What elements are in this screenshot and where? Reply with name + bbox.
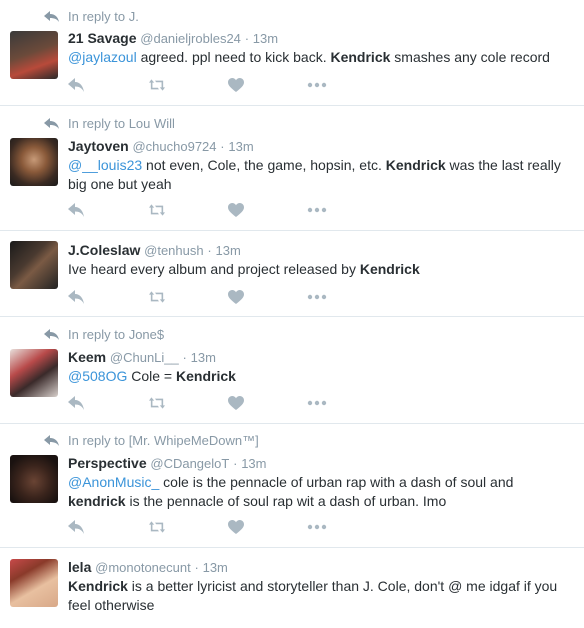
mention-link[interactable]: @AnonMusic_ [68, 474, 159, 490]
separator: · [182, 350, 187, 365]
separator: · [220, 139, 225, 154]
heart-icon[interactable] [228, 203, 244, 217]
tweet-text: Kendrick is a better lyricist and storyt… [68, 577, 572, 615]
mention-link[interactable]: @__louis23 [68, 157, 142, 173]
tweet-text-segment: not even, Cole, the game, hopsin, etc. [142, 157, 386, 173]
username[interactable]: @ChunLi__ [110, 350, 179, 365]
avatar[interactable] [10, 559, 58, 607]
timestamp[interactable]: 13m [191, 350, 216, 365]
reply-context[interactable]: In reply to Jone$ [44, 327, 164, 342]
avatar[interactable] [10, 241, 58, 289]
username[interactable]: @CDangeloT [150, 456, 229, 471]
timestamp[interactable]: 13m [253, 31, 278, 46]
reply-context[interactable]: In reply to J. [44, 9, 139, 24]
reply-arrow-icon [44, 11, 59, 22]
display-name[interactable]: J.Coleslaw [68, 242, 140, 258]
tweet-text-segment: agreed. ppl need to kick back. [136, 49, 331, 65]
reply-icon[interactable] [68, 396, 84, 410]
tweet-text-segment: is a better lyricist and storyteller tha… [68, 578, 558, 613]
reply-icon[interactable] [68, 78, 84, 92]
retweet-icon[interactable] [149, 78, 165, 92]
tweet-text: @__louis23 not even, Cole, the game, hop… [68, 156, 572, 194]
heart-icon[interactable] [228, 520, 244, 534]
highlighted-keyword: Kendrick [68, 578, 128, 594]
highlighted-keyword: Kendrick [359, 261, 420, 277]
username[interactable]: @tenhush [144, 243, 203, 258]
tweet[interactable]: In reply to Lou Will Jaytoven @chucho972… [0, 106, 584, 231]
display-name[interactable]: lela [68, 559, 91, 575]
tweet-text: @508OG Cole = Kendrick [68, 367, 572, 386]
tweet-text: @AnonMusic_ cole is the pennacle of urba… [68, 473, 572, 511]
tweet-text-segment: Ive heard every album and project releas… [68, 261, 360, 277]
tweet-actions [68, 203, 327, 217]
tweet[interactable]: J.Coleslaw @tenhush · 13m Ive heard ever… [0, 231, 584, 317]
display-name[interactable]: Jaytoven [68, 138, 129, 154]
highlighted-keyword: kendrick [68, 493, 126, 509]
username[interactable]: @danieljrobles24 [140, 31, 241, 46]
timestamp[interactable]: 13m [203, 560, 228, 575]
more-icon[interactable] [307, 520, 327, 534]
retweet-icon[interactable] [149, 290, 165, 304]
display-name[interactable]: 21 Savage [68, 30, 137, 46]
mention-link[interactable]: @jaylazoul [68, 49, 137, 65]
heart-icon[interactable] [228, 396, 244, 410]
tweet-text-segment: cole is the pennacle of urban rap with a… [159, 474, 514, 490]
display-name[interactable]: Perspective [68, 455, 147, 471]
tweet[interactable]: In reply to Jone$ Keem @ChunLi__ · 13m @… [0, 317, 584, 424]
reply-icon[interactable] [68, 520, 84, 534]
more-icon[interactable] [307, 290, 327, 304]
more-icon[interactable] [307, 203, 327, 217]
highlighted-keyword: Kendrick [330, 49, 391, 65]
display-name[interactable]: Keem [68, 349, 106, 365]
heart-icon[interactable] [228, 78, 244, 92]
highlighted-keyword: Kendrick [385, 157, 446, 173]
tweet-text-segment: smashes any cole record [390, 49, 550, 65]
username[interactable]: @monotonecunt [95, 560, 191, 575]
tweet-text: Ive heard every album and project releas… [68, 260, 572, 279]
reply-context-label: In reply to J. [68, 9, 139, 24]
timestamp[interactable]: 13m [228, 139, 253, 154]
reply-arrow-icon [44, 118, 59, 129]
tweet-text: @jaylazoul agreed. ppl need to kick back… [68, 48, 572, 67]
tweet[interactable]: lela @monotonecunt · 13m Kendrick is a b… [0, 548, 584, 628]
tweet-actions [68, 520, 327, 534]
reply-icon[interactable] [68, 203, 84, 217]
separator: · [244, 31, 250, 46]
retweet-icon[interactable] [149, 520, 165, 534]
avatar[interactable] [10, 349, 58, 397]
reply-context[interactable]: In reply to Lou Will [44, 116, 175, 131]
heart-icon[interactable] [228, 290, 244, 304]
tweet-actions [68, 290, 327, 304]
tweet-text-segment: Cole = [127, 368, 176, 384]
more-icon[interactable] [307, 396, 327, 410]
retweet-icon[interactable] [149, 203, 165, 217]
reply-context-label: In reply to [Mr. WhipeMeDown™] [68, 433, 259, 448]
reply-arrow-icon [44, 329, 59, 340]
reply-context-label: In reply to Jone$ [68, 327, 165, 342]
timestamp[interactable]: 13m [241, 456, 266, 471]
username[interactable]: @chucho9724 [132, 139, 216, 154]
mention-link[interactable]: @508OG [68, 368, 127, 384]
avatar[interactable] [10, 455, 58, 503]
reply-context-label: In reply to Lou Will [68, 116, 175, 131]
reply-context[interactable]: In reply to [Mr. WhipeMeDown™] [44, 433, 259, 448]
tweet[interactable]: In reply to [Mr. WhipeMeDown™] Perspecti… [0, 424, 584, 548]
reply-icon[interactable] [68, 290, 84, 304]
separator: · [207, 243, 212, 258]
more-icon[interactable] [307, 78, 327, 92]
separator: · [194, 560, 199, 575]
highlighted-keyword: Kendrick [176, 368, 236, 384]
tweet[interactable]: In reply to J. 21 Savage @danieljrobles2… [0, 0, 584, 106]
retweet-icon[interactable] [149, 396, 165, 410]
timestamp[interactable]: 13m [215, 243, 240, 258]
tweet-text-segment: is the pennacle of soul rap wit a dash o… [125, 493, 447, 509]
avatar[interactable] [10, 31, 58, 79]
tweet-actions [68, 396, 327, 410]
separator: · [233, 456, 238, 471]
avatar[interactable] [10, 138, 58, 186]
tweet-actions [68, 78, 327, 92]
reply-arrow-icon [44, 435, 59, 446]
